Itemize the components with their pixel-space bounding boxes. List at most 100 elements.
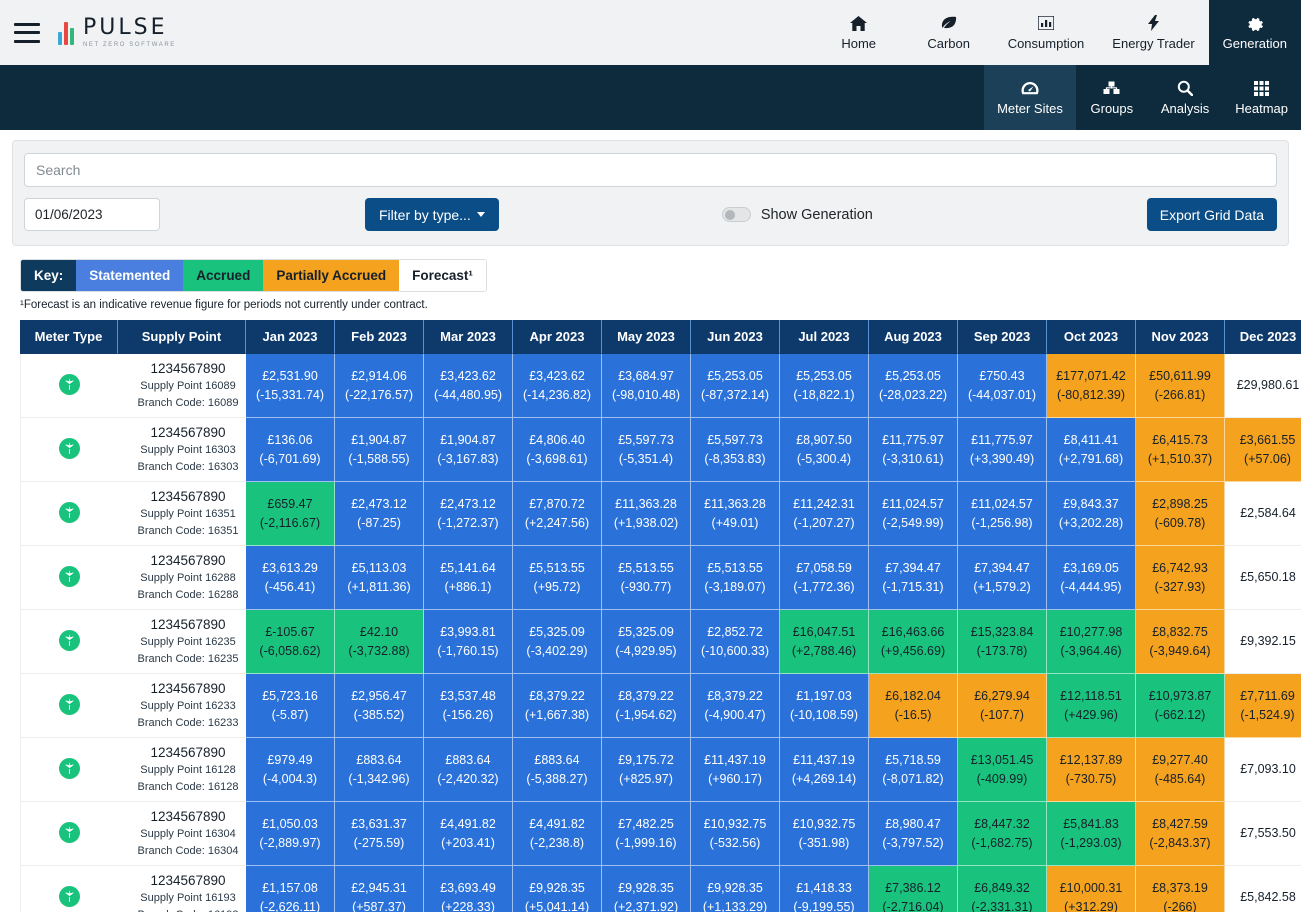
revenue-cell[interactable]: £2,898.25 (-609.78) xyxy=(1136,482,1225,546)
supply-point-cell[interactable]: 1234567890 Supply Point 16303 Branch Code:… xyxy=(118,418,246,482)
revenue-cell[interactable]: £5,597.73 (-8,353.83) xyxy=(691,418,780,482)
revenue-cell[interactable]: £3,993.81 (-1,760.15) xyxy=(424,610,513,674)
supply-point-cell[interactable]: 1234567890 Supply Point 16233 Branch Code:… xyxy=(118,674,246,738)
grid-column-header[interactable]: Jun 2023 xyxy=(691,320,780,354)
revenue-cell[interactable]: £7,482.25 (-1,999.16) xyxy=(602,802,691,866)
revenue-cell[interactable]: £11,363.28 (+49.01) xyxy=(691,482,780,546)
key-item-forecast[interactable]: Forecast¹ xyxy=(399,260,486,291)
revenue-cell[interactable]: £10,277.98 (-3,964.46) xyxy=(1047,610,1136,674)
supply-point-cell[interactable]: 1234567890 Supply Point 16288 Branch Code:… xyxy=(118,546,246,610)
revenue-cell[interactable]: £1,157.08 (-2,626.11) xyxy=(246,866,335,912)
table-row[interactable]: 1234567890 Supply Point 16128 Branch Code:… xyxy=(20,738,1301,802)
revenue-cell[interactable]: £8,379.22 (-4,900.47) xyxy=(691,674,780,738)
revenue-cell[interactable]: £8,373.19 (-266) xyxy=(1136,866,1225,912)
supply-point-cell[interactable]: 1234567890 Supply Point 16128 Branch Code:… xyxy=(118,738,246,802)
revenue-cell[interactable]: £29,980.61 xyxy=(1225,354,1301,418)
grid-column-header[interactable]: Nov 2023 xyxy=(1136,320,1225,354)
revenue-cell[interactable]: £5,841.83 (-1,293.03) xyxy=(1047,802,1136,866)
revenue-cell[interactable]: £11,363.28 (+1,938.02) xyxy=(602,482,691,546)
revenue-cell[interactable]: £4,806.40 (-3,698.61) xyxy=(513,418,602,482)
key-item-statemented[interactable]: Statemented xyxy=(76,260,184,291)
revenue-cell[interactable]: £-105.67 (-6,058.62) xyxy=(246,610,335,674)
supply-point-cell[interactable]: 1234567890 Supply Point 16304 Branch Code:… xyxy=(118,802,246,866)
revenue-cell[interactable]: £8,379.22 (-1,954.62) xyxy=(602,674,691,738)
table-row[interactable]: 1234567890 Supply Point 16351 Branch Code:… xyxy=(20,482,1301,546)
revenue-cell[interactable]: £11,242.31 (-1,207.27) xyxy=(780,482,869,546)
grid-column-header[interactable]: Apr 2023 xyxy=(513,320,602,354)
revenue-cell[interactable]: £2,956.47 (-385.52) xyxy=(335,674,424,738)
revenue-cell[interactable]: £13,051.45 (-409.99) xyxy=(958,738,1047,802)
grid-column-header[interactable]: Feb 2023 xyxy=(335,320,424,354)
subnav-item-groups[interactable]: Groups xyxy=(1076,65,1148,130)
table-row[interactable]: 1234567890 Supply Point 16288 Branch Code:… xyxy=(20,546,1301,610)
date-input[interactable] xyxy=(24,198,160,231)
revenue-cell[interactable]: £5,842.58 xyxy=(1225,866,1301,912)
revenue-cell[interactable]: £7,394.47 (+1,579.2) xyxy=(958,546,1047,610)
export-grid-data-button[interactable]: Export Grid Data xyxy=(1146,198,1277,231)
revenue-cell[interactable]: £136.06 (-6,701.69) xyxy=(246,418,335,482)
revenue-cell[interactable]: £3,661.55 (+57.06) xyxy=(1225,418,1301,482)
revenue-cell[interactable]: £8,447.32 (-1,682.75) xyxy=(958,802,1047,866)
revenue-cell[interactable]: £750.43 (-44,037.01) xyxy=(958,354,1047,418)
revenue-cell[interactable]: £5,513.55 (+95.72) xyxy=(513,546,602,610)
supply-point-cell[interactable]: 1234567890 Supply Point 16089 Branch Code:… xyxy=(118,354,246,418)
revenue-cell[interactable]: £5,253.05 (-87,372.14) xyxy=(691,354,780,418)
revenue-cell[interactable]: £3,684.97 (-98,010.48) xyxy=(602,354,691,418)
revenue-cell[interactable]: £5,325.09 (-4,929.95) xyxy=(602,610,691,674)
revenue-cell[interactable]: £6,182.04 (-16.5) xyxy=(869,674,958,738)
revenue-cell[interactable]: £979.49 (-4,004.3) xyxy=(246,738,335,802)
revenue-cell[interactable]: £9,392.15 xyxy=(1225,610,1301,674)
revenue-cell[interactable]: £50,611.99 (-266.81) xyxy=(1136,354,1225,418)
revenue-cell[interactable]: £1,904.87 (-1,588.55) xyxy=(335,418,424,482)
revenue-cell[interactable]: £9,928.35 (+1,133.29) xyxy=(691,866,780,912)
revenue-cell[interactable]: £16,047.51 (+2,788.46) xyxy=(780,610,869,674)
table-row[interactable]: 1234567890 Supply Point 16235 Branch Code:… xyxy=(20,610,1301,674)
revenue-cell[interactable]: £5,723.16 (-5.87) xyxy=(246,674,335,738)
revenue-cell[interactable]: £10,932.75 (-351.98) xyxy=(780,802,869,866)
grid-column-header[interactable]: Jul 2023 xyxy=(780,320,869,354)
revenue-cell[interactable]: £8,980.47 (-3,797.52) xyxy=(869,802,958,866)
revenue-cell[interactable]: £5,650.18 xyxy=(1225,546,1301,610)
supply-point-cell[interactable]: 1234567890 Supply Point 16193 Branch Code:… xyxy=(118,866,246,912)
revenue-cell[interactable]: £883.64 (-5,388.27) xyxy=(513,738,602,802)
revenue-cell[interactable]: £3,693.49 (+228.33) xyxy=(424,866,513,912)
revenue-cell[interactable]: £2,531.90 (-15,331.74) xyxy=(246,354,335,418)
revenue-cell[interactable]: £16,463.66 (+9,456.69) xyxy=(869,610,958,674)
nav-item-home[interactable]: Home xyxy=(814,0,904,65)
revenue-cell[interactable]: £2,945.31 (+587.37) xyxy=(335,866,424,912)
table-row[interactable]: 1234567890 Supply Point 16089 Branch Code:… xyxy=(20,354,1301,418)
search-input[interactable] xyxy=(24,153,1277,187)
revenue-cell[interactable]: £3,423.62 (-14,236.82) xyxy=(513,354,602,418)
nav-item-generation[interactable]: Generation xyxy=(1208,0,1301,65)
revenue-cell[interactable]: £2,914.06 (-22,176.57) xyxy=(335,354,424,418)
revenue-cell[interactable]: £10,973.87 (-662.12) xyxy=(1136,674,1225,738)
grid-column-header[interactable]: Jan 2023 xyxy=(246,320,335,354)
revenue-cell[interactable]: £8,411.41 (+2,791.68) xyxy=(1047,418,1136,482)
revenue-cell[interactable]: £11,775.97 (-3,310.61) xyxy=(869,418,958,482)
subnav-item-meter-sites[interactable]: Meter Sites xyxy=(984,65,1076,130)
revenue-cell[interactable]: £7,870.72 (+2,247.56) xyxy=(513,482,602,546)
revenue-cell[interactable]: £11,024.57 (-2,549.99) xyxy=(869,482,958,546)
grid-column-header[interactable]: Sep 2023 xyxy=(958,320,1047,354)
revenue-cell[interactable]: £5,718.59 (-8,071.82) xyxy=(869,738,958,802)
table-row[interactable]: 1234567890 Supply Point 16304 Branch Code:… xyxy=(20,802,1301,866)
grid-column-header[interactable]: May 2023 xyxy=(602,320,691,354)
revenue-cell[interactable]: £3,631.37 (-275.59) xyxy=(335,802,424,866)
show-generation-group[interactable]: Show Generation xyxy=(721,207,873,223)
revenue-cell[interactable]: £7,058.59 (-1,772.36) xyxy=(780,546,869,610)
nav-item-consumption[interactable]: Consumption xyxy=(994,0,1099,65)
revenue-cell[interactable]: £15,323.84 (-173.78) xyxy=(958,610,1047,674)
revenue-cell[interactable]: £9,928.35 (+5,041.14) xyxy=(513,866,602,912)
revenue-cell[interactable]: £3,537.48 (-156.26) xyxy=(424,674,513,738)
revenue-cell[interactable]: £3,613.29 (-456.41) xyxy=(246,546,335,610)
revenue-cell[interactable]: £4,491.82 (-2,238.8) xyxy=(513,802,602,866)
subnav-item-analysis[interactable]: Analysis xyxy=(1148,65,1222,130)
revenue-cell[interactable]: £6,742.93 (-327.93) xyxy=(1136,546,1225,610)
revenue-cell[interactable]: £883.64 (-2,420.32) xyxy=(424,738,513,802)
revenue-cell[interactable]: £177,071.42 (-80,812.39) xyxy=(1047,354,1136,418)
revenue-cell[interactable]: £11,437.19 (+4,269.14) xyxy=(780,738,869,802)
revenue-cell[interactable]: £883.64 (-1,342.96) xyxy=(335,738,424,802)
revenue-cell[interactable]: £4,491.82 (+203.41) xyxy=(424,802,513,866)
revenue-cell[interactable]: £8,427.59 (-2,843.37) xyxy=(1136,802,1225,866)
revenue-cell[interactable]: £7,711.69 (-1,524.9) xyxy=(1225,674,1301,738)
